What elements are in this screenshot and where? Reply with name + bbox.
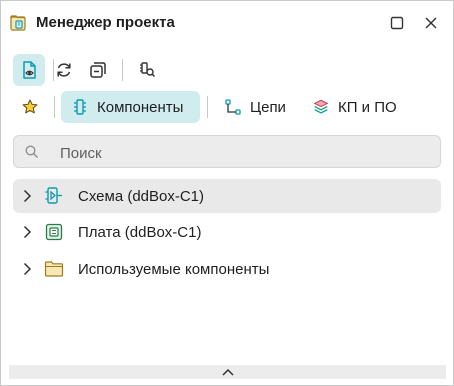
- project-manager-panel: Менеджер проекта Компоненты Цепи КП и ПО…: [0, 0, 454, 386]
- search-icon: [24, 144, 40, 160]
- collapse-icon: [90, 62, 106, 78]
- maximize-icon: [390, 16, 404, 30]
- tab-divider: [54, 96, 55, 118]
- chevron-right-icon[interactable]: [21, 189, 33, 203]
- tree-item-used-components[interactable]: Используемые компоненты: [13, 252, 441, 286]
- tree-item-board[interactable]: Плата (ddBox-C1): [13, 215, 441, 249]
- project-manager-icon: [10, 14, 28, 32]
- panel-title: Менеджер проекта: [36, 14, 175, 31]
- tab-components-label: Компоненты: [97, 98, 184, 116]
- close-button[interactable]: [421, 13, 441, 33]
- tab-nets-label: Цепи: [250, 98, 286, 116]
- tab-divider: [207, 96, 208, 118]
- component-icon: [71, 98, 89, 116]
- refresh-button[interactable]: [48, 54, 80, 86]
- tree-item-label: Плата (ddBox-C1): [78, 223, 202, 241]
- maximize-button[interactable]: [387, 13, 407, 33]
- layers-icon: [312, 98, 330, 116]
- search-input[interactable]: [58, 142, 432, 164]
- close-icon: [425, 17, 437, 29]
- tab-favorites[interactable]: [13, 91, 47, 123]
- document-eye-icon: [23, 61, 36, 79]
- expand-panel-bar[interactable]: [9, 365, 446, 379]
- collapse-all-button[interactable]: [82, 54, 114, 86]
- schematic-icon: [44, 186, 64, 206]
- chevron-right-icon[interactable]: [21, 262, 33, 276]
- toolbar-divider: [122, 59, 123, 81]
- board-icon: [44, 222, 64, 242]
- folder-icon: [44, 259, 64, 279]
- tab-components[interactable]: Компоненты: [61, 91, 200, 123]
- search-box[interactable]: [13, 135, 441, 168]
- tab-pads-and-vias[interactable]: КП и ПО: [302, 91, 410, 123]
- component-search-icon: [140, 62, 156, 78]
- view-mode-button[interactable]: [13, 54, 45, 86]
- tree-item-schematic[interactable]: Схема (ddBox-C1): [13, 179, 441, 213]
- tree-item-label: Схема (ddBox-C1): [78, 187, 205, 205]
- net-icon: [224, 98, 242, 116]
- tab-nets[interactable]: Цепи: [214, 91, 300, 123]
- star-icon: [21, 98, 39, 116]
- refresh-icon: [57, 63, 71, 77]
- find-component-button[interactable]: [131, 54, 163, 86]
- chevron-up-icon: [221, 368, 234, 376]
- title-bar: Менеджер проекта: [1, 1, 453, 45]
- tab-pads-label: КП и ПО: [338, 98, 397, 116]
- tree-item-label: Используемые компоненты: [78, 260, 270, 278]
- chevron-right-icon[interactable]: [21, 225, 33, 239]
